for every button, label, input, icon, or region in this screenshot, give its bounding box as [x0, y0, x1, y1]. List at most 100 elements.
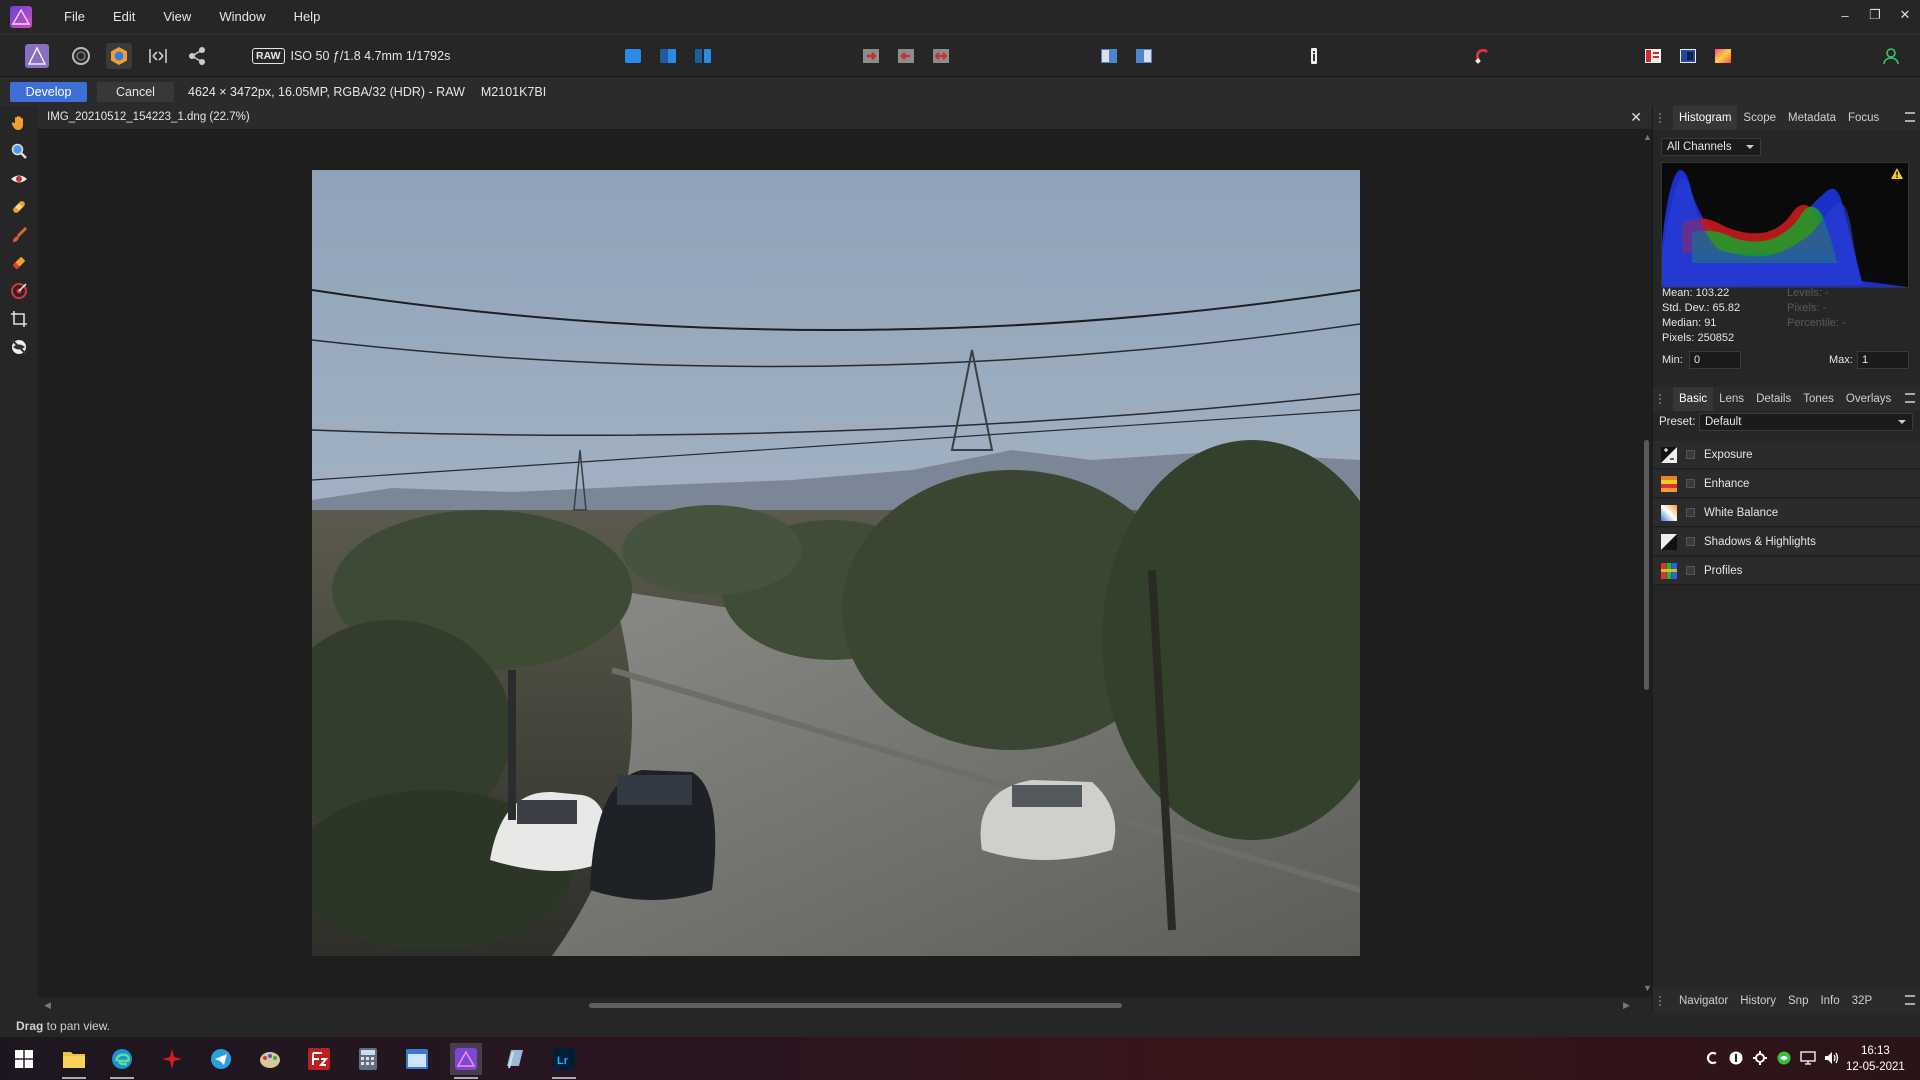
menu-view[interactable]: View: [149, 0, 205, 34]
panel-grip-icon[interactable]: [1659, 996, 1665, 1006]
view-mirror-button[interactable]: [690, 43, 716, 69]
clipped-tones-button[interactable]: [928, 43, 954, 69]
tab-tones[interactable]: Tones: [1797, 393, 1840, 405]
panel-menu-icon[interactable]: [1905, 995, 1915, 1005]
adjustment-profiles[interactable]: Profiles: [1653, 557, 1920, 585]
tab-history[interactable]: History: [1734, 995, 1782, 1007]
close-document-button[interactable]: ✕: [1630, 109, 1642, 126]
taskbar-lightroom[interactable]: Lr: [548, 1043, 580, 1079]
assistant-right-button[interactable]: [1131, 43, 1157, 69]
enhance-checkbox[interactable]: [1686, 479, 1695, 488]
photo-persona-button[interactable]: [24, 43, 50, 69]
tab-metadata[interactable]: Metadata: [1782, 112, 1842, 124]
scroll-right-arrow-icon[interactable]: ▶: [1623, 1000, 1630, 1011]
tab-32p[interactable]: 32P: [1846, 995, 1878, 1007]
vertical-scrollbar[interactable]: ▲ ▼: [1642, 130, 1652, 997]
tab-lens[interactable]: Lens: [1713, 393, 1750, 405]
preset-select[interactable]: Default: [1699, 413, 1913, 431]
erase-brush-tool[interactable]: [8, 252, 30, 274]
adjustment-enhance[interactable]: Enhance: [1653, 470, 1920, 498]
minimize-button[interactable]: –: [1830, 0, 1860, 30]
channel-select[interactable]: All Channels: [1661, 138, 1761, 156]
crop-tool[interactable]: [8, 308, 30, 330]
tray-volume-icon[interactable]: [1824, 1050, 1840, 1066]
tray-info-icon[interactable]: [1728, 1050, 1744, 1066]
cancel-button[interactable]: Cancel: [97, 81, 174, 102]
blemish-tool[interactable]: [8, 196, 30, 218]
panel-menu-icon[interactable]: [1905, 112, 1915, 122]
adjustment-exposure[interactable]: Exposure: [1653, 441, 1920, 469]
tab-navigator[interactable]: Navigator: [1673, 995, 1734, 1007]
studio-right-button[interactable]: [1675, 43, 1701, 69]
taskbar-affinity-photo[interactable]: [450, 1043, 482, 1079]
view-split-button[interactable]: [655, 43, 681, 69]
document-tab[interactable]: IMG_20210512_154223_1.dng (22.7%) ✕: [38, 106, 1652, 130]
tone-mapping-persona-button[interactable]: [145, 43, 171, 69]
menu-help[interactable]: Help: [280, 0, 335, 34]
scroll-left-arrow-icon[interactable]: ◀: [44, 1000, 51, 1011]
warning-icon[interactable]: [1890, 167, 1904, 180]
shadows-highlights-checkbox[interactable]: [1686, 537, 1695, 546]
white-balance-checkbox[interactable]: [1686, 508, 1695, 517]
scroll-down-arrow-icon[interactable]: ▼: [1643, 983, 1652, 993]
max-field[interactable]: 1: [1857, 351, 1909, 369]
scroll-up-arrow-icon[interactable]: ▲: [1643, 132, 1652, 142]
tray-network-icon[interactable]: [1800, 1050, 1816, 1066]
tab-details[interactable]: Details: [1750, 393, 1797, 405]
tray-nvidia-icon[interactable]: [1776, 1050, 1792, 1066]
taskbar-clock[interactable]: 16:13 12-05-2021: [1846, 1043, 1905, 1075]
profiles-checkbox[interactable]: [1686, 566, 1695, 575]
export-persona-button[interactable]: [184, 43, 210, 69]
clipped-highlights-button[interactable]: [858, 43, 884, 69]
gradient-tool[interactable]: [8, 280, 30, 302]
taskbar-app-blue[interactable]: [401, 1043, 433, 1075]
menu-file[interactable]: File: [50, 0, 99, 34]
taskbar-edge[interactable]: [106, 1043, 138, 1079]
adjustment-white-balance[interactable]: White Balance: [1653, 499, 1920, 527]
red-eye-tool[interactable]: [8, 168, 30, 190]
taskbar-file-explorer[interactable]: [58, 1043, 90, 1079]
start-button[interactable]: [8, 1043, 40, 1075]
horizontal-scroll-thumb[interactable]: [589, 1003, 1122, 1008]
tab-focus[interactable]: Focus: [1842, 112, 1885, 124]
taskbar-app-red[interactable]: [156, 1043, 188, 1075]
close-window-button[interactable]: ✕: [1890, 0, 1920, 30]
tab-histogram[interactable]: Histogram: [1673, 106, 1738, 130]
assistant-left-button[interactable]: [1096, 43, 1122, 69]
tray-settings-icon[interactable]: [1752, 1050, 1768, 1066]
taskbar-paint[interactable]: [254, 1043, 286, 1075]
min-field[interactable]: 0: [1689, 351, 1741, 369]
overlay-tool[interactable]: [8, 336, 30, 358]
develop-button[interactable]: Develop: [10, 81, 87, 102]
studio-left-button[interactable]: [1640, 43, 1666, 69]
horizontal-scrollbar[interactable]: ◀ ▶: [38, 997, 1652, 1013]
snapping-button[interactable]: [1470, 43, 1496, 69]
clipped-shadows-button[interactable]: [893, 43, 919, 69]
view-single-button[interactable]: [620, 43, 646, 69]
taskbar-filezilla[interactable]: [303, 1043, 335, 1075]
tray-ccleaner-icon[interactable]: [1704, 1050, 1720, 1066]
taskbar-notes[interactable]: [499, 1043, 531, 1075]
menu-window[interactable]: Window: [205, 0, 279, 34]
adjustment-shadows-highlights[interactable]: Shadows & Highlights: [1653, 528, 1920, 556]
taskbar-telegram[interactable]: [205, 1043, 237, 1075]
view-tool[interactable]: [8, 112, 30, 134]
restore-button[interactable]: ❐: [1860, 0, 1890, 30]
zoom-tool[interactable]: [8, 140, 30, 162]
panel-menu-icon[interactable]: [1905, 393, 1915, 403]
tab-scope[interactable]: Scope: [1737, 112, 1782, 124]
tab-basic[interactable]: Basic: [1673, 387, 1714, 411]
vertical-scroll-thumb[interactable]: [1644, 440, 1649, 690]
tab-info[interactable]: Info: [1814, 995, 1845, 1007]
menu-edit[interactable]: Edit: [99, 0, 149, 34]
panel-grip-icon[interactable]: [1659, 113, 1665, 123]
photo-canvas[interactable]: [312, 170, 1360, 956]
info-button[interactable]: [1301, 43, 1327, 69]
tab-overlays[interactable]: Overlays: [1840, 393, 1897, 405]
account-button[interactable]: [1878, 43, 1904, 69]
panel-grip-icon[interactable]: [1659, 394, 1665, 404]
exposure-checkbox[interactable]: [1686, 450, 1695, 459]
tab-snapshots[interactable]: Snp: [1782, 995, 1814, 1007]
liquify-persona-button[interactable]: [68, 43, 94, 69]
color-studio-button[interactable]: [1710, 43, 1736, 69]
